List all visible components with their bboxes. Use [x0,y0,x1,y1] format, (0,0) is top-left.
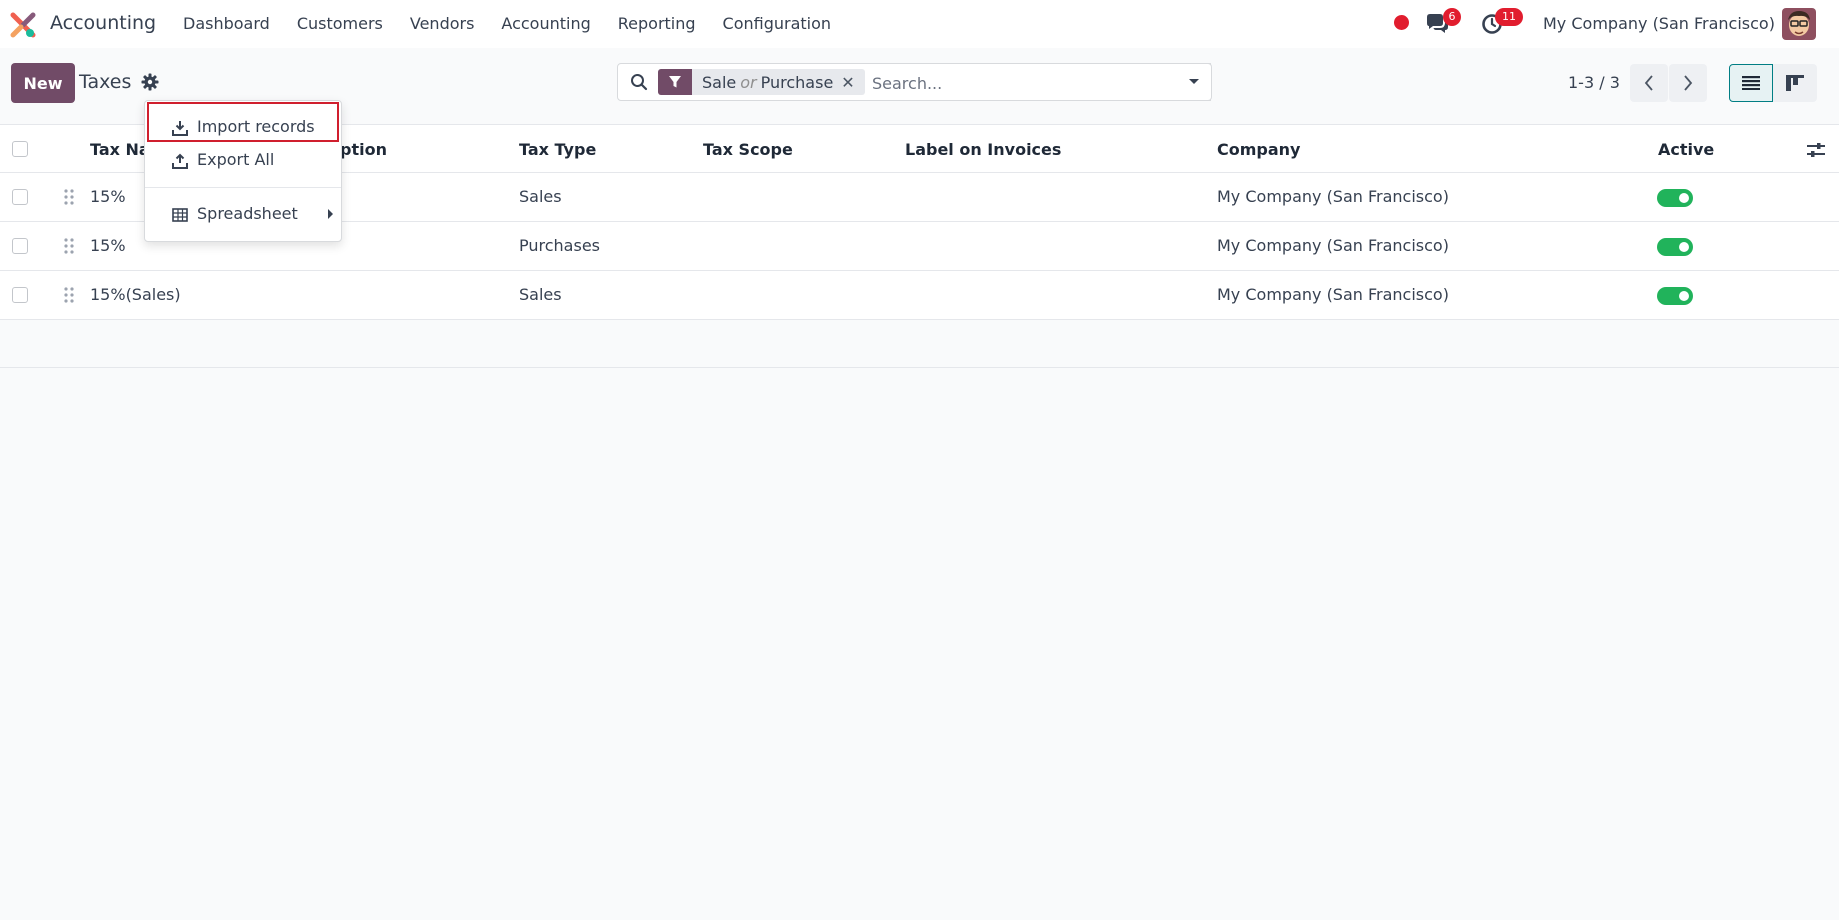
table-row[interactable]: 15%(Sales) Sales My Company (San Francis… [0,271,1839,320]
actions-dropdown: Import records Export All Spreadsheet [144,100,342,242]
apps-menu-icon[interactable] [10,12,36,38]
main-menu: Dashboard Customers Vendors Accounting R… [183,14,858,33]
column-active[interactable]: Active [1658,140,1714,159]
import-records-label: Import records [197,117,315,136]
filter-icon [658,69,692,95]
search-icon[interactable] [630,73,648,91]
list-view-button[interactable] [1729,64,1773,102]
messages-badge: 6 [1443,8,1461,26]
select-all-checkbox[interactable] [12,141,28,157]
menu-divider [145,187,341,188]
facet-value-purchase: Purchase [760,72,834,92]
chevron-left-icon [1644,75,1653,91]
active-toggle[interactable] [1657,287,1693,305]
top-navbar: Accounting Dashboard Customers Vendors A… [0,0,1839,48]
company-switcher[interactable]: My Company (San Francisco) [1543,14,1775,33]
facet-or: or [740,72,757,92]
cell-company: My Company (San Francisco) [1217,236,1449,255]
drag-handle-icon[interactable] [63,286,75,304]
column-tax-type[interactable]: Tax Type [519,140,596,159]
cell-tax-type: Sales [519,285,562,304]
gear-icon[interactable] [141,73,159,91]
row-checkbox[interactable] [12,189,28,205]
column-label-on-invoices[interactable]: Label on Invoices [905,140,1061,159]
recording-dot-icon[interactable] [1394,15,1409,30]
cell-company: My Company (San Francisco) [1217,285,1449,304]
cell-tax-type: Purchases [519,236,600,255]
facet-value-sale: Sale [702,72,737,92]
kanban-view-icon [1786,75,1804,91]
menu-dashboard[interactable]: Dashboard [183,14,270,33]
search-input[interactable] [870,71,1174,95]
app-name[interactable]: Accounting [50,12,156,34]
menu-configuration[interactable]: Configuration [723,14,832,33]
active-toggle[interactable] [1657,238,1693,256]
menu-vendors[interactable]: Vendors [410,14,475,33]
new-button[interactable]: New [11,63,75,103]
chevron-right-icon [1684,75,1693,91]
pager-next-button[interactable] [1669,64,1707,102]
menu-customers[interactable]: Customers [297,14,383,33]
row-checkbox[interactable] [12,287,28,303]
user-avatar[interactable] [1782,8,1816,40]
cell-tax-name: 15%(Sales) [90,285,181,304]
row-checkbox[interactable] [12,238,28,254]
table-footer [0,322,1839,368]
column-tax-name[interactable]: Tax Na [90,140,150,159]
cell-tax-type: Sales [519,187,562,206]
remove-facet-icon[interactable]: ✕ [841,73,864,92]
optional-columns-icon[interactable] [1806,141,1826,159]
kanban-view-button[interactable] [1773,64,1817,102]
submenu-caret-icon [328,209,333,219]
menu-accounting[interactable]: Accounting [501,14,590,33]
menu-item-spreadsheet[interactable]: Spreadsheet [145,199,341,229]
search-options-toggle[interactable] [1176,63,1212,101]
spreadsheet-label: Spreadsheet [197,204,298,223]
pager-previous-button[interactable] [1630,64,1668,102]
cell-tax-name: 15% [90,187,126,206]
pager-value[interactable]: 1-3 / 3 [1568,73,1620,92]
download-icon [172,121,188,136]
export-all-label: Export All [197,150,275,169]
search-bar: Sale or Purchase ✕ [617,63,1211,101]
column-description[interactable]: ption [340,140,387,159]
list-view-icon [1742,76,1760,90]
facet-values: Sale or Purchase [692,73,841,92]
drag-handle-icon[interactable] [63,188,75,206]
page-title: Taxes [79,71,132,93]
activities-badge: 11 [1495,8,1523,26]
menu-item-import-records[interactable]: Import records [145,112,341,142]
drag-handle-icon[interactable] [63,237,75,255]
cell-tax-name: 15% [90,236,126,255]
upload-icon [172,153,188,169]
caret-down-icon [1188,79,1199,84]
active-toggle[interactable] [1657,189,1693,207]
menu-item-export-all[interactable]: Export All [145,145,341,175]
column-company[interactable]: Company [1217,140,1300,159]
column-tax-scope[interactable]: Tax Scope [703,140,793,159]
search-facet-filter: Sale or Purchase ✕ [658,69,865,95]
cell-company: My Company (San Francisco) [1217,187,1449,206]
menu-reporting[interactable]: Reporting [618,14,696,33]
table-icon [172,208,188,222]
